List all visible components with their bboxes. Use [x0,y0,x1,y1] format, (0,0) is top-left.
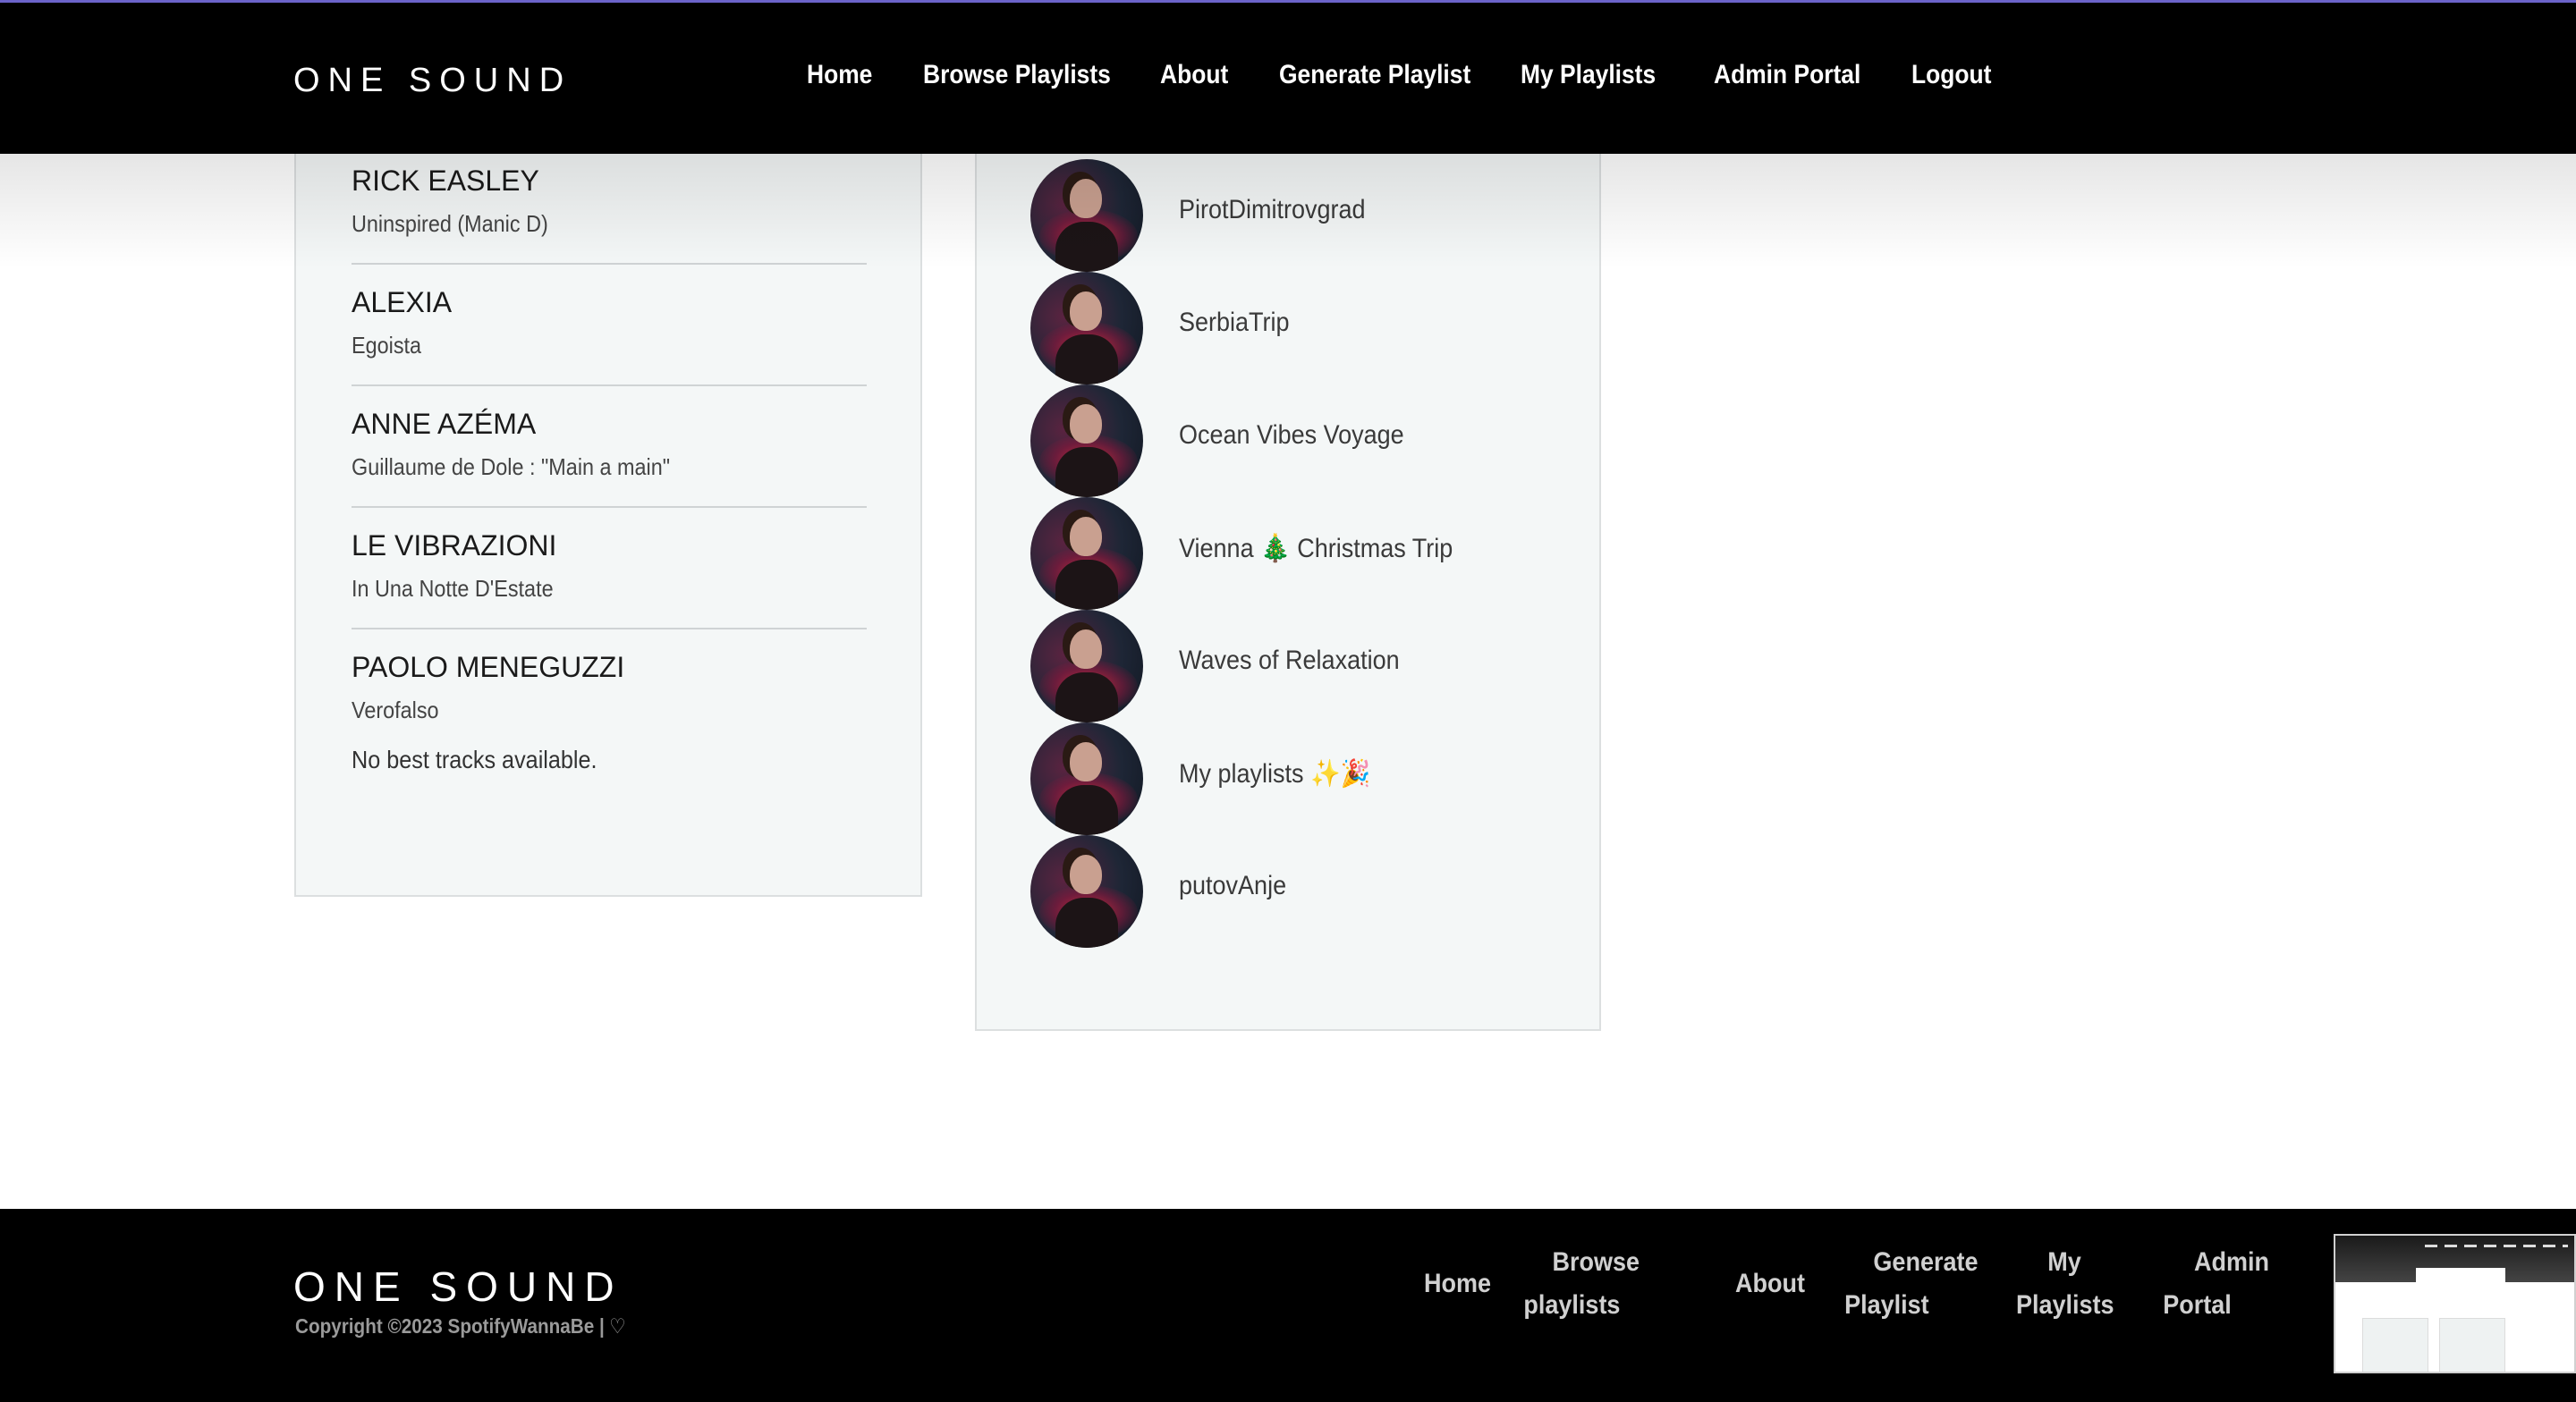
playlist-item[interactable]: Waves of Relaxation [1030,610,1567,722]
nav-logout[interactable]: Logout [1911,60,1991,90]
footer-link-admin-portal[interactable]: Admin Portal [2157,1241,2269,1327]
heart-icon: ♡ [609,1314,626,1338]
nav-about[interactable]: About [1160,60,1228,90]
track-artist: PAOLO MENEGUZZI [352,651,625,683]
nav-my-playlists[interactable]: My Playlists [1521,60,1656,90]
footer-link-label: Portal [2163,1290,2232,1320]
footer-link-label: About [1735,1269,1805,1298]
playlist-name: Waves of Relaxation [1179,646,1400,675]
footer-link-label: Admin [2194,1247,2269,1277]
track-title: Guillaume de Dole : "Main a main" [352,453,671,480]
footer-link-label: Generate [1873,1247,1979,1277]
footer-link-my-playlists[interactable]: My Playlists [2016,1241,2114,1327]
footer-link-browse-playlists[interactable]: Browse playlists [1523,1241,1640,1327]
track-item[interactable]: LE VIBRAZIONI In Una Notte D'Estate [352,529,867,603]
footer-link-label: Playlists [2016,1290,2114,1320]
thumbnail-column [2362,1318,2428,1372]
footer-link-generate-playlist[interactable]: Generate Playlist [1842,1241,1979,1327]
track-artist: ANNE AZÉMA [352,408,537,440]
track-artist: ALEXIA [352,286,453,318]
thumbnail-column [2439,1318,2505,1372]
playlist-item[interactable]: PirotDimitrovgrad [1030,159,1567,272]
playlist-name: PirotDimitrovgrad [1179,195,1366,224]
footer: ONE SOUND Copyright ©2023 SpotifyWannaBe… [0,1209,2576,1402]
playlist-name: Ocean Vibes Voyage [1179,420,1404,450]
footer-link-home[interactable]: Home [1424,1241,1492,1305]
best-tracks-card: RICK EASLEY Uninspired (Manic D) ALEXIA … [294,116,922,897]
playlist-cover-image [1030,384,1143,497]
copyright-label: Copyright ©2023 SpotifyWannaBe | [295,1314,605,1338]
footer-link-label: Playlist [1844,1290,1929,1320]
footer-link-about[interactable]: About [1735,1241,1805,1305]
empty-message: No best tracks available. [352,746,597,773]
brand-logo[interactable]: ONE SOUND [293,62,572,100]
copyright-text: Copyright ©2023 SpotifyWannaBe | ♡ [295,1314,626,1339]
track-item[interactable]: ANNE AZÉMA Guillaume de Dole : "Main a m… [352,408,867,481]
playlist-item[interactable]: putovAnje [1030,835,1567,948]
playlist-name: SerbiaTrip [1179,308,1290,337]
footer-link-label: Browse [1552,1247,1640,1277]
divider [352,384,867,386]
playlist-item[interactable]: My playlists ✨🎉 [1030,722,1567,835]
nav-generate-playlist[interactable]: Generate Playlist [1279,60,1470,90]
playlist-cover-image [1030,159,1143,272]
page-preview-thumbnail[interactable] [2334,1234,2576,1373]
playlist-cover-image [1030,497,1143,610]
playlist-cover-image [1030,835,1143,948]
track-artist: LE VIBRAZIONI [352,529,557,562]
divider [352,263,867,265]
playlist-item[interactable]: Vienna 🎄 Christmas Trip [1030,497,1567,610]
track-title: Verofalso [352,697,439,723]
thumbnail-title-box [2416,1268,2505,1304]
track-title: Egoista [352,332,422,359]
track-title: In Una Notte D'Estate [352,575,554,602]
playlist-item[interactable]: Ocean Vibes Voyage [1030,384,1567,497]
divider [352,506,867,508]
footer-link-label: My [2047,1247,2081,1277]
nav-admin-portal[interactable]: Admin Portal [1714,60,1860,90]
track-item[interactable]: PAOLO MENEGUZZI Verofalso [352,651,867,724]
playlist-cover-image [1030,722,1143,835]
playlist-name: putovAnje [1179,871,1287,900]
divider [352,628,867,629]
nav-browse-playlists[interactable]: Browse Playlists [923,60,1111,90]
nav-home[interactable]: Home [807,60,872,90]
track-item[interactable]: RICK EASLEY Uninspired (Manic D) [352,165,867,238]
playlist-name: My playlists ✨🎉 [1179,759,1371,789]
track-artist: RICK EASLEY [352,165,539,197]
footer-brand-logo[interactable]: ONE SOUND [293,1263,623,1311]
footer-link-label: playlists [1523,1290,1621,1320]
playlist-name: Vienna 🎄 Christmas Trip [1179,534,1453,563]
top-navbar: ONE SOUND Home Browse Playlists About Ge… [0,0,2576,154]
playlist-item[interactable]: SerbiaTrip [1030,272,1567,384]
playlist-cover-image [1030,272,1143,384]
track-title: Uninspired (Manic D) [352,210,548,237]
footer-link-label: Home [1424,1269,1492,1298]
playlists-card: PirotDimitrovgrad SerbiaTrip Ocean Vibes… [975,116,1601,1031]
track-item[interactable]: ALEXIA Egoista [352,286,867,359]
playlist-cover-image [1030,610,1143,722]
